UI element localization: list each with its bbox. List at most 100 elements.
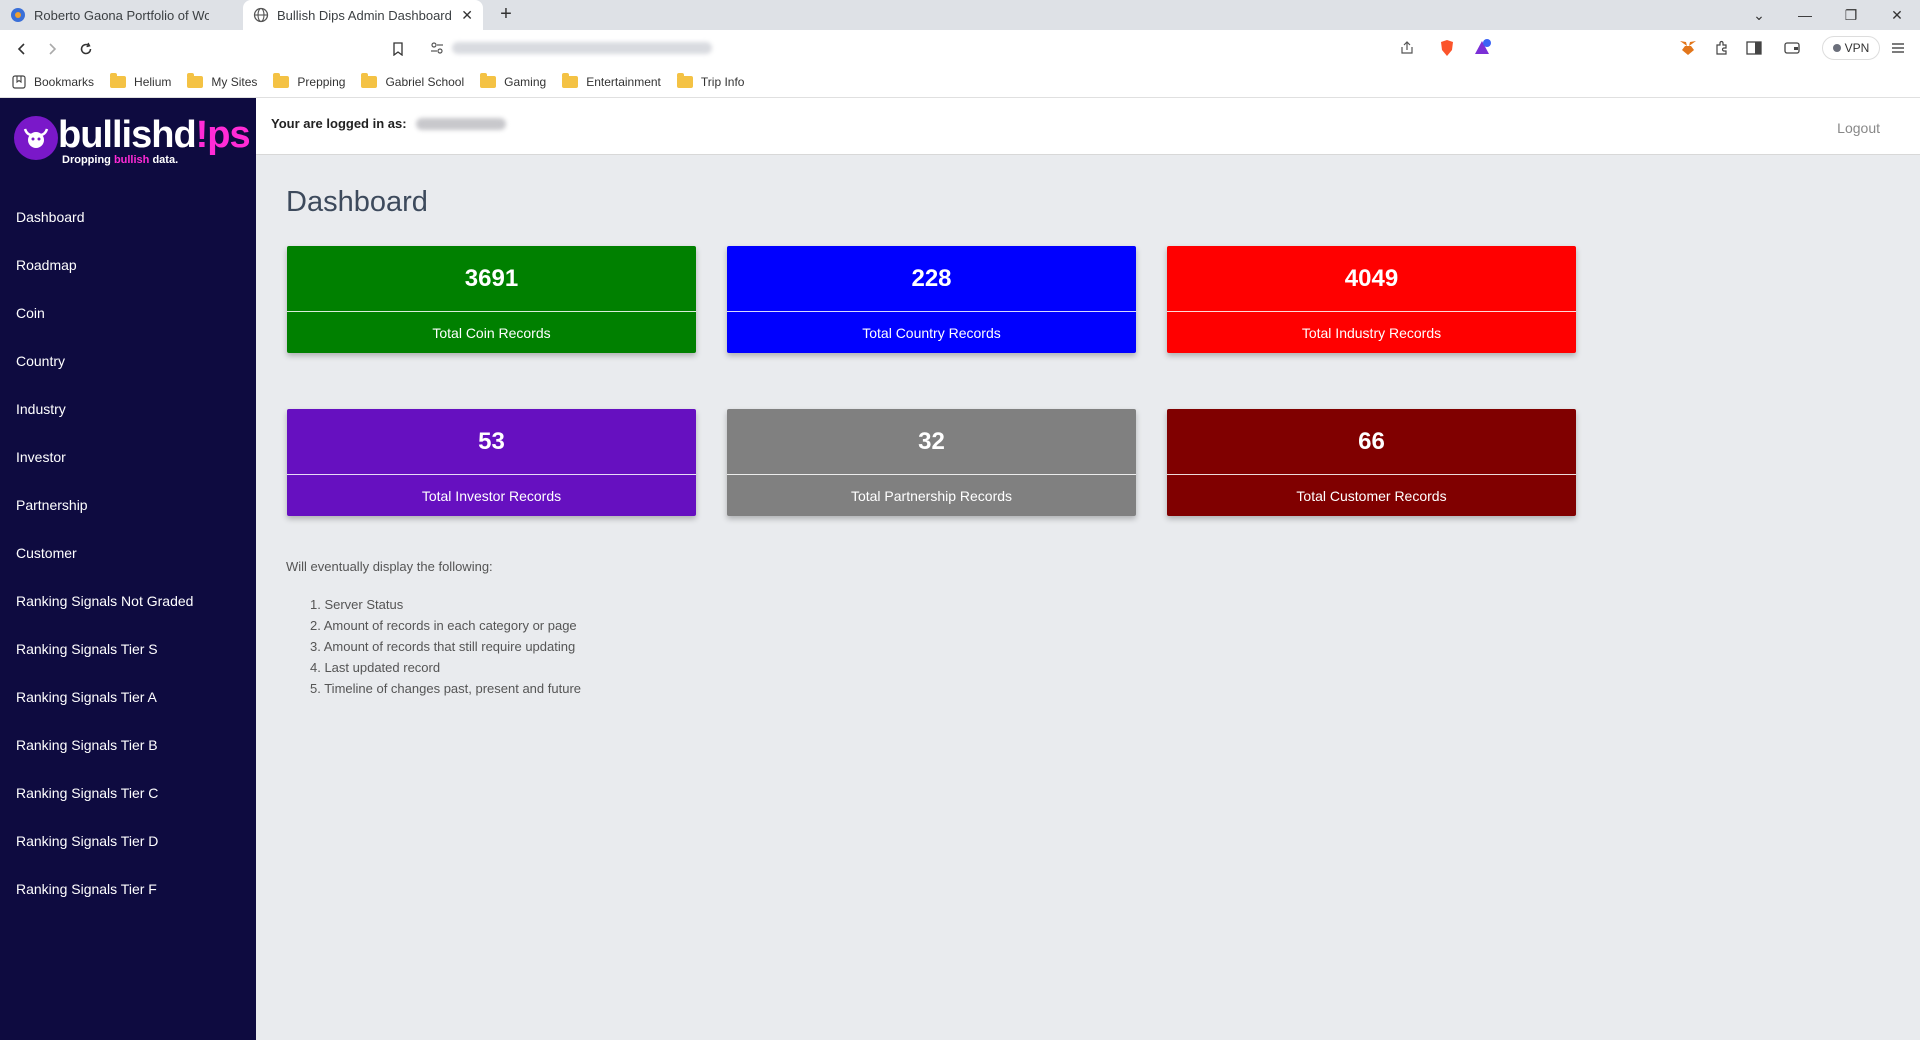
sidebar-item-ranking-tier-c[interactable]: Ranking Signals Tier C (0, 781, 256, 829)
bookmark-label: Trip Info (700, 74, 745, 89)
globe-icon (253, 7, 269, 23)
page-title: Dashboard (286, 186, 428, 218)
sidebar-item-industry[interactable]: Industry (0, 397, 256, 445)
folder-icon (562, 72, 579, 88)
sidebar-item-ranking-tier-b[interactable]: Ranking Signals Tier B (0, 733, 256, 781)
back-icon[interactable] (12, 39, 32, 59)
tab-search-icon[interactable]: ⌄ (1736, 0, 1782, 30)
site-settings-icon[interactable] (430, 41, 444, 55)
bookmark-label: Helium (134, 74, 172, 89)
stat-card-coin[interactable]: 3691 Total Coin Records (287, 246, 696, 353)
stat-value: 53 (287, 409, 696, 475)
vpn-label: VPN (1844, 41, 1870, 55)
folder-icon (187, 72, 204, 88)
bookmark-label: Prepping (297, 74, 346, 89)
metamask-icon[interactable] (1678, 38, 1698, 58)
restore-button[interactable]: ❐ (1828, 0, 1874, 30)
stat-value: 4049 (1167, 246, 1576, 312)
login-status-label: Your are logged in as: (271, 116, 407, 131)
list-item: 5. Timeline of changes past, present and… (310, 681, 582, 696)
bookmark-folder[interactable]: Gaming (480, 72, 547, 89)
extensions-icon[interactable] (1712, 38, 1732, 58)
folder-icon (110, 72, 127, 88)
stat-value: 66 (1167, 409, 1576, 475)
notes-intro: Will eventually display the following: (286, 559, 493, 574)
forward-icon[interactable] (42, 39, 62, 59)
browser-tab-active[interactable]: Bullish Dips Admin Dashboard ✕ (243, 0, 483, 30)
close-window-button[interactable]: ✕ (1874, 0, 1920, 30)
folder-icon (676, 72, 693, 88)
vpn-status-icon (1832, 44, 1841, 52)
reload-icon[interactable] (76, 39, 96, 59)
menu-icon[interactable] (1888, 38, 1908, 58)
close-tab-icon[interactable]: ✕ (461, 7, 473, 24)
bookmark-folder[interactable]: Helium (110, 72, 172, 89)
sidebar-item-ranking-tier-a[interactable]: Ranking Signals Tier A (0, 685, 256, 733)
bookmark-folder[interactable]: Gabriel School (361, 72, 464, 89)
list-item: 4. Last updated record (310, 660, 441, 675)
folder-icon (361, 72, 378, 88)
tagline-start: Dropping (62, 154, 114, 166)
sidebar-item-dashboard[interactable]: Dashboard (0, 205, 256, 253)
stat-label: Total Partnership Records (850, 488, 1013, 504)
list-item: 1. Server Status (310, 597, 404, 612)
stat-card-investor[interactable]: 53 Total Investor Records (287, 409, 696, 516)
address-bar[interactable] (420, 35, 1500, 61)
bookmark-folder[interactable]: Entertainment (562, 72, 661, 89)
sidebar-item-partnership[interactable]: Partnership (0, 493, 256, 541)
bull-logo-icon (14, 116, 58, 160)
new-tab-button[interactable]: + (494, 3, 518, 26)
stat-value: 32 (727, 409, 1136, 475)
sidebar-item-ranking-tier-f[interactable]: Ranking Signals Tier F (0, 877, 256, 925)
logo[interactable]: bullishd!ps Dropping bullish data. (14, 114, 251, 166)
wallet-icon[interactable] (1782, 38, 1802, 58)
bookmark-folder[interactable]: Prepping (273, 72, 346, 89)
list-item: 2. Amount of records in each category or… (310, 618, 577, 633)
bookmark-label: Entertainment (586, 74, 661, 89)
stat-value: 228 (727, 246, 1136, 312)
brave-rewards-icon[interactable] (1472, 38, 1492, 58)
browser-tab[interactable]: Roberto Gaona Portfolio of Work | SoC (0, 0, 243, 30)
url-text-redacted (452, 42, 712, 54)
stat-label: Total Country Records (862, 325, 1001, 341)
folder-icon (273, 72, 290, 88)
stat-value: 3691 (287, 246, 696, 312)
planned-features-list: 1. Server Status 2. Amount of records in… (310, 594, 581, 699)
folder-icon (480, 72, 497, 88)
logo-wordmark: bullishd!ps (58, 114, 251, 157)
bookmark-label: Gaming (504, 74, 547, 89)
tagline-accent: bullish (113, 154, 150, 166)
bookmark-label: Bookmarks (34, 74, 95, 89)
sidebar-item-country[interactable]: Country (0, 349, 256, 397)
stat-card-customer[interactable]: 66 Total Customer Records (1167, 409, 1576, 516)
sidebar-toggle-icon[interactable] (1744, 38, 1764, 58)
stat-label: Total Investor Records (421, 488, 562, 504)
browser-tab-bar: Roberto Gaona Portfolio of Work | SoC Bu… (0, 0, 1920, 30)
brave-shield-icon[interactable] (1438, 39, 1456, 57)
share-icon[interactable] (1400, 41, 1414, 55)
logout-link[interactable]: Logout (1837, 120, 1880, 136)
sidebar-item-roadmap[interactable]: Roadmap (0, 253, 256, 301)
bookmark-folder[interactable]: Trip Info (676, 72, 745, 89)
sidebar-item-coin[interactable]: Coin (0, 301, 256, 349)
sidebar-item-investor[interactable]: Investor (0, 445, 256, 493)
vpn-button[interactable]: VPN (1822, 36, 1880, 60)
bookmark-icon[interactable] (388, 39, 408, 59)
stat-label: Total Coin Records (432, 325, 551, 341)
sidebar-item-ranking-not-graded[interactable]: Ranking Signals Not Graded (0, 589, 256, 637)
stat-label: Total Industry Records (1301, 325, 1442, 341)
sidebar-item-ranking-tier-s[interactable]: Ranking Signals Tier S (0, 637, 256, 685)
sidebar-item-customer[interactable]: Customer (0, 541, 256, 589)
minimize-button[interactable]: — (1782, 0, 1828, 30)
bookmark-folder[interactable]: My Sites (187, 72, 257, 89)
logo-text-main: bullishd (58, 114, 197, 156)
stat-card-country[interactable]: 228 Total Country Records (727, 246, 1136, 353)
bookmarks-icon (12, 74, 26, 89)
stat-card-industry[interactable]: 4049 Total Industry Records (1167, 246, 1576, 353)
tagline-end: data. (149, 154, 179, 166)
sidebar-item-ranking-tier-d[interactable]: Ranking Signals Tier D (0, 829, 256, 877)
logo-tagline: Dropping bullish data. (62, 154, 178, 166)
stat-card-partnership[interactable]: 32 Total Partnership Records (727, 409, 1136, 516)
tab-title: Bullish Dips Admin Dashboard (277, 7, 452, 23)
bookmarks-manager[interactable]: Bookmarks (12, 75, 94, 89)
